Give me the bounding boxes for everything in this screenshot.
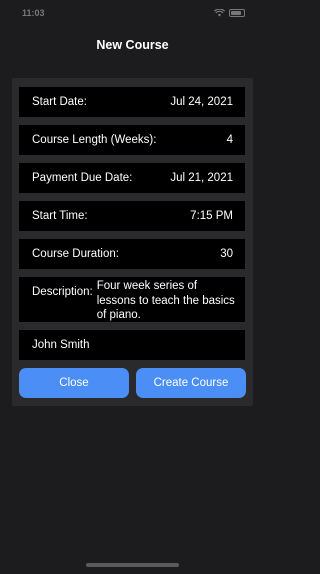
page-title: New Course xyxy=(96,38,169,52)
course-length-value[interactable]: 4 xyxy=(227,134,233,146)
description-label: Description: xyxy=(32,286,93,298)
close-button[interactable]: Close xyxy=(19,368,129,398)
start-time-field[interactable]: Start Time: 7:15 PM xyxy=(19,201,245,231)
course-duration-label: Course Duration: xyxy=(32,248,119,260)
description-text[interactable]: Four week series of lessons to teach the… xyxy=(97,277,237,322)
course-form-card: Start Date: Jul 24, 2021 Course Length (… xyxy=(12,78,253,406)
start-date-value[interactable]: Jul 24, 2021 xyxy=(170,96,233,108)
status-time: 11:03 xyxy=(22,8,45,18)
course-duration-value[interactable]: 30 xyxy=(220,248,233,260)
battery-icon xyxy=(229,9,245,17)
instructor-name[interactable]: John Smith xyxy=(32,339,90,351)
start-date-label: Start Date: xyxy=(32,96,87,108)
instructor-field[interactable]: John Smith xyxy=(19,330,245,360)
course-length-field[interactable]: Course Length (Weeks): 4 xyxy=(19,125,245,155)
create-course-button[interactable]: Create Course xyxy=(136,368,246,398)
start-time-label: Start Time: xyxy=(32,210,88,222)
start-date-field[interactable]: Start Date: Jul 24, 2021 xyxy=(19,87,245,117)
wifi-icon xyxy=(214,9,225,17)
screen: 11:03 New Course Start Date: Jul 24, 202… xyxy=(0,0,265,574)
course-length-label: Course Length (Weeks): xyxy=(32,134,157,146)
payment-due-label: Payment Due Date: xyxy=(32,172,133,184)
payment-due-value[interactable]: Jul 21, 2021 xyxy=(170,172,233,184)
course-duration-field[interactable]: Course Duration: 30 xyxy=(19,239,245,269)
payment-due-field[interactable]: Payment Due Date: Jul 21, 2021 xyxy=(19,163,245,193)
status-bar: 11:03 xyxy=(0,0,265,26)
home-indicator[interactable] xyxy=(86,563,179,567)
description-field[interactable]: Description: Four week series of lessons… xyxy=(19,277,245,322)
status-icons xyxy=(214,9,245,17)
start-time-value[interactable]: 7:15 PM xyxy=(190,210,233,222)
